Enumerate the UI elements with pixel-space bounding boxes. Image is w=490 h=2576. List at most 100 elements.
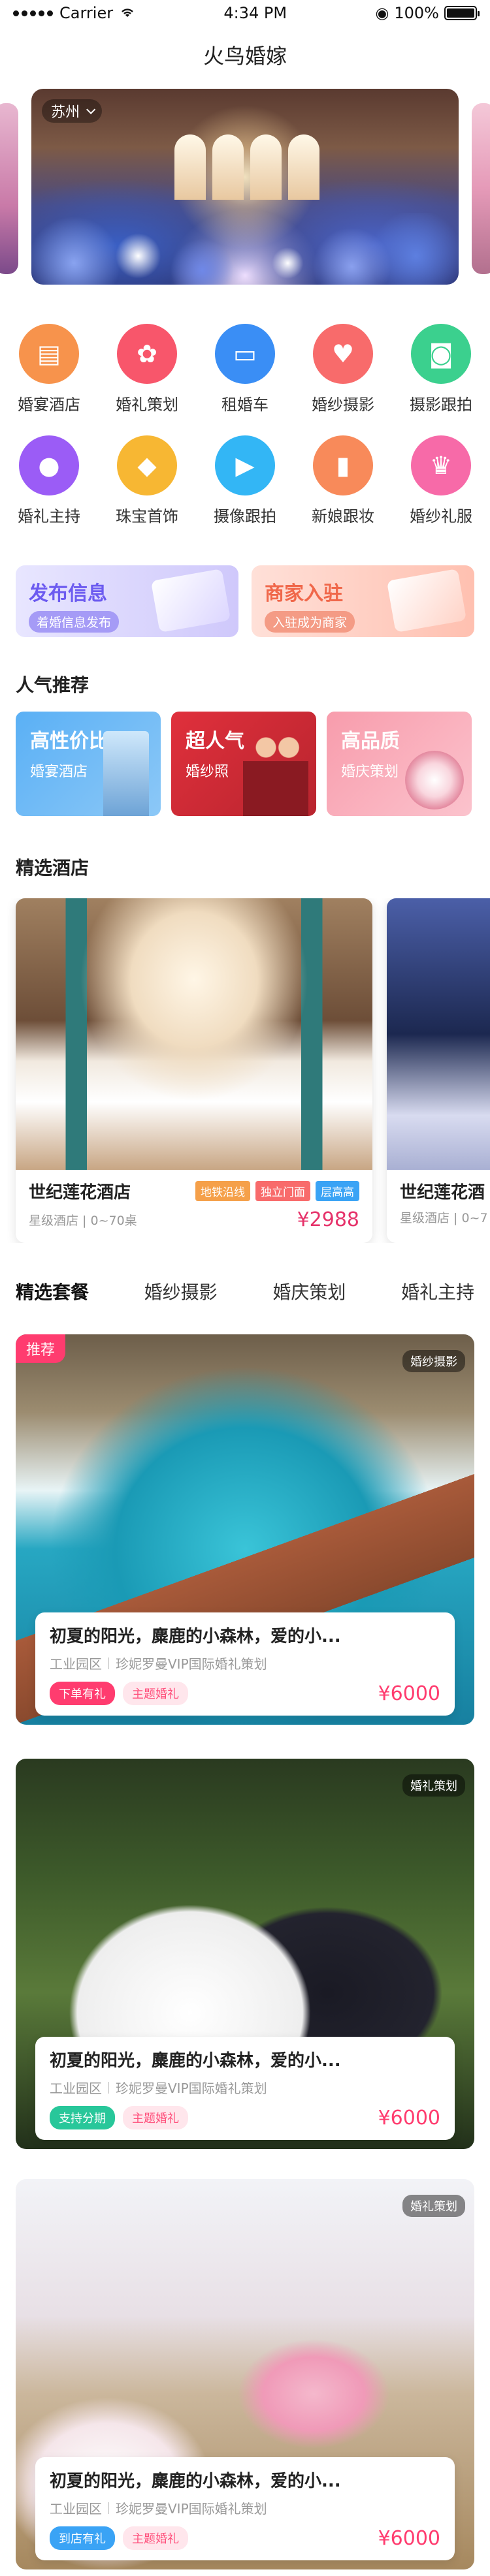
city-label: 苏州 (51, 104, 80, 121)
promo-subtitle: 着婚信息发布 (29, 611, 120, 633)
diamond-icon: ◆ (117, 435, 177, 495)
popular-title: 高品质 (341, 730, 400, 753)
hotel-card[interactable]: 世纪莲花酒 星级酒店 | 0~7 (387, 898, 490, 1243)
category-item[interactable]: ✿ 婚礼策划 (98, 324, 196, 415)
banner-next-slide[interactable] (472, 103, 490, 274)
signal-icon (13, 10, 53, 16)
package-vendor: 珍妮罗曼VIP国际婚礼策划 (116, 2081, 267, 2096)
lipstick-icon: ▮ (313, 435, 373, 495)
merchant-join-card[interactable]: 商家入驻 入驻成为商家 (252, 565, 474, 637)
package-card[interactable]: 婚礼策划 初夏的阳光，麋鹿的小森林，爱的小... 工业园区 珍妮罗曼VIP国际婚礼… (16, 1759, 474, 2149)
package-info: 初夏的阳光，麋鹿的小森林，爱的小... 工业园区 珍妮罗曼VIP国际婚礼策划 下单… (35, 1612, 455, 1716)
package-tabs: 精选套餐 婚纱摄影 婚庆策划 婚礼主持 (0, 1278, 490, 1304)
microphone-icon: ● (19, 435, 79, 495)
package-title: 初夏的阳光，麋鹿的小森林，爱的小... (50, 2051, 341, 2071)
hotel-image (387, 898, 490, 1170)
promo-chip: 到店有礼 (50, 2526, 115, 2550)
category-item[interactable]: ◙ 摄影跟拍 (392, 324, 490, 415)
gown-icon: ♛ (411, 435, 471, 495)
promo-chip: 下单有礼 (50, 1682, 115, 1705)
popular-subtitle: 婚庆策划 (341, 764, 399, 780)
hotel-tag: 层高高 (316, 1181, 359, 1201)
promo-subtitle: 入驻成为商家 (265, 611, 355, 633)
category-badge: 婚礼策划 (402, 1774, 465, 1797)
theme-chip: 主题婚礼 (123, 2106, 188, 2129)
recommend-badge: 推荐 (16, 1334, 66, 1363)
package-location: 工业园区 (50, 2501, 102, 2517)
promo-row: 发布信息 着婚信息发布 商家入驻 入驻成为商家 (0, 565, 490, 637)
popular-title: 高性价比 (30, 730, 108, 753)
popular-card[interactable]: 高性价比 婚宴酒店 (16, 712, 161, 816)
category-grid: ▤ 婚宴酒店 ✿ 婚礼策划 ▭ 租婚车 ♥ 婚纱摄影 ◙ 摄影跟拍 ● 婚礼主持 ◆ 珠宝首饰… (0, 324, 490, 526)
car-icon: ▭ (215, 324, 275, 384)
category-item[interactable]: ▤ 婚宴酒店 (0, 324, 98, 415)
wifi-icon (120, 4, 135, 22)
tab-wedding-photo[interactable]: 婚纱摄影 (144, 1278, 218, 1304)
category-label: 婚宴酒店 (18, 396, 80, 414)
carrier-label: Carrier (59, 4, 114, 22)
package-info: 初夏的阳光，麋鹿的小森林，爱的小... 工业园区 珍妮罗曼VIP国际婚礼策划 到店… (35, 2457, 455, 2560)
category-label: 新娘跟妆 (312, 507, 374, 526)
category-badge: 婚纱摄影 (402, 1350, 465, 1372)
banner-carousel[interactable]: 苏州 (0, 89, 490, 285)
popular-subtitle: 婚宴酒店 (30, 764, 88, 780)
category-item[interactable]: ● 婚礼主持 (0, 435, 98, 526)
banner-slide[interactable]: 苏州 (31, 89, 459, 285)
clock: 4:34 PM (223, 4, 287, 22)
package-price: ¥6000 (378, 1682, 440, 1705)
hotel-price: ¥2988 (297, 1208, 359, 1231)
category-item[interactable]: ♛ 婚纱礼服 (392, 435, 490, 526)
hotel-name: 世纪莲花酒店 (29, 1183, 131, 1202)
theme-chip: 主题婚礼 (123, 1682, 188, 1705)
video-icon: ▶ (215, 435, 275, 495)
category-label: 摄像跟拍 (214, 507, 276, 526)
category-label: 婚礼策划 (116, 396, 178, 414)
category-item[interactable]: ♥ 婚纱摄影 (294, 324, 392, 415)
category-label: 婚纱礼服 (410, 507, 472, 526)
category-item[interactable]: ▮ 新娘跟妆 (294, 435, 392, 526)
popular-card[interactable]: 超人气 婚纱照 (171, 712, 316, 816)
theme-chip: 主题婚礼 (123, 2526, 188, 2550)
banner-prev-slide[interactable] (0, 103, 18, 274)
tab-planning[interactable]: 婚庆策划 (272, 1278, 346, 1304)
battery-percent: 100% (394, 4, 439, 22)
package-location: 工业园区 (50, 1656, 102, 1672)
banner-image (149, 134, 345, 206)
hotel-meta: 星级酒店 | 0~7 (400, 1211, 488, 1225)
package-title: 初夏的阳光，麋鹿的小森林，爱的小... (50, 1627, 341, 1646)
package-price: ¥6000 (378, 2106, 440, 2129)
category-item[interactable]: ◆ 珠宝首饰 (98, 435, 196, 526)
city-selector[interactable]: 苏州 (42, 99, 103, 123)
publish-info-card[interactable]: 发布信息 着婚信息发布 (16, 565, 238, 637)
category-label: 婚礼主持 (18, 507, 80, 526)
hotel-meta: 星级酒店 | 0~70桌 (29, 1214, 137, 1228)
dress-icon: ♥ (313, 324, 373, 384)
category-item[interactable]: ▭ 租婚车 (196, 324, 294, 415)
popular-title: 超人气 (186, 730, 244, 753)
package-card[interactable]: 婚礼策划 初夏的阳光，麋鹿的小森林，爱的小... 工业园区 珍妮罗曼VIP国际婚礼… (16, 2179, 474, 2569)
category-label: 摄影跟拍 (410, 396, 472, 414)
package-card[interactable]: 推荐 婚纱摄影 初夏的阳光，麋鹿的小森林，爱的小... 工业园区 珍妮罗曼VIP国… (16, 1334, 474, 1725)
section-title-popular: 人气推荐 (16, 674, 90, 696)
hotel-tag: 独立门面 (255, 1181, 310, 1201)
hotel-carousel[interactable]: 世纪莲花酒店 地铁沿线 独立门面 层高高 星级酒店 | 0~70桌 ¥2988 … (0, 898, 490, 1243)
popular-card[interactable]: 高品质 婚庆策划 (327, 712, 472, 816)
category-label: 租婚车 (221, 396, 269, 414)
page-title: 火鸟婚嫁 (203, 44, 287, 69)
category-item[interactable]: ▶ 摄像跟拍 (196, 435, 294, 526)
flower-icon: ✿ (117, 324, 177, 384)
hotel-image (16, 898, 372, 1170)
package-vendor: 珍妮罗曼VIP国际婚礼策划 (116, 2501, 267, 2517)
hotel-card[interactable]: 世纪莲花酒店 地铁沿线 独立门面 层高高 星级酒店 | 0~70桌 ¥2988 (16, 898, 372, 1243)
lock-rotation-icon: ◉ (375, 4, 389, 22)
package-title: 初夏的阳光，麋鹿的小森林，爱的小... (50, 2472, 341, 2491)
category-label: 婚纱摄影 (312, 396, 374, 414)
category-badge: 婚礼策划 (402, 2195, 465, 2217)
nav-bar: 火鸟婚嫁 (0, 26, 490, 84)
tab-featured[interactable]: 精选套餐 (16, 1278, 89, 1304)
status-bar: Carrier 4:34 PM ◉ 100% (0, 0, 490, 26)
hotel-icon: ▤ (19, 324, 79, 384)
package-vendor: 珍妮罗曼VIP国际婚礼策划 (116, 1656, 267, 1672)
chevron-down-icon (86, 104, 96, 114)
tab-host[interactable]: 婚礼主持 (401, 1278, 474, 1304)
